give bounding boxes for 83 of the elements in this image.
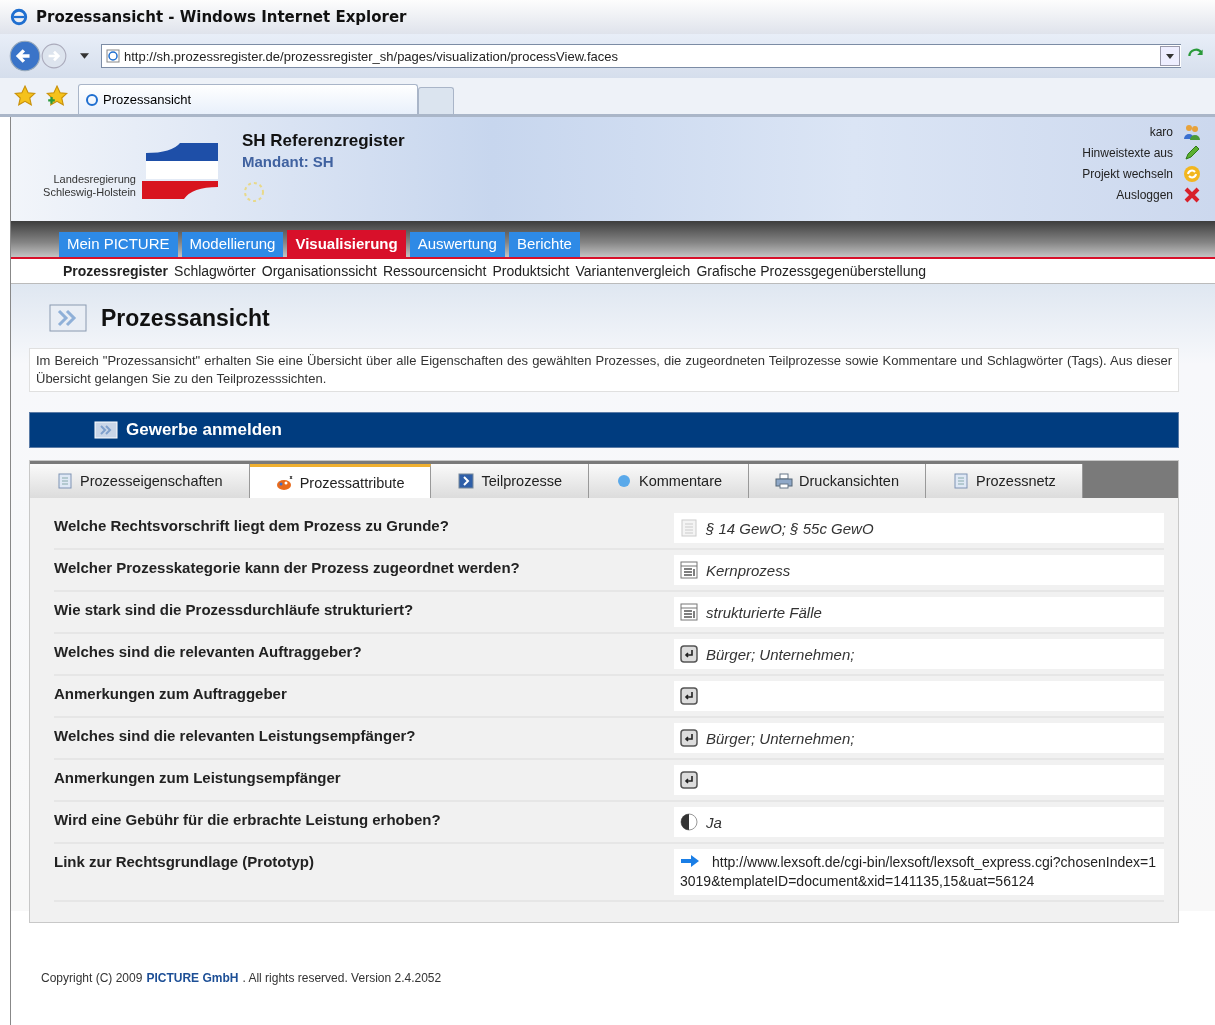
header-link[interactable]: Ausloggen — [1116, 188, 1173, 202]
refresh-icon — [1183, 165, 1201, 183]
half-circle-icon — [680, 813, 698, 831]
page-icon — [85, 92, 99, 107]
tab[interactable]: Prozessnetz — [926, 464, 1083, 498]
header-link[interactable]: Projekt wechseln — [1082, 167, 1173, 181]
organization-name: Landesregierung Schleswig-Holstein — [43, 173, 136, 198]
header-link[interactable]: karo — [1149, 125, 1173, 139]
page-title: Prozessansicht — [101, 304, 270, 332]
dropdown-button[interactable] — [1160, 46, 1180, 66]
attribute-question: Welcher Prozesskategorie kann der Prozess zugeordnet werden? — [54, 558, 520, 576]
attribute-question: Welche Rechtsvorschrift liegt dem Prozess zu Grunde? — [54, 516, 449, 534]
arrow-icon — [680, 854, 700, 868]
attribute-question: Wie stark sind die Prozessdurchläufe strukturiert? — [54, 600, 414, 618]
browser-tab[interactable]: Prozessansicht — [78, 84, 418, 114]
attribute-question: Welches sind die relevanten Auftraggeber? — [54, 642, 362, 660]
menu-tab[interactable]: Berichte — [508, 232, 580, 257]
description-text: Im Bereich "Prozessansicht" erhalten Sie eine Übersicht über alle Eigenschaften des gewählten Prozesses, die zugeordneten Teilprozesse sowie Kommentare und Schlagwörter (Tags). Aus dieser Übersicht gelangen Sie zu den Teilprozesssichten. — [29, 348, 1179, 392]
tab[interactable]: Prozesseigenschaften — [30, 464, 250, 498]
submenu-link[interactable]: Variantenvergleich — [575, 263, 691, 279]
attribute-question: Anmerkungen zum Auftraggeber — [54, 684, 287, 702]
chevrons-icon — [94, 421, 118, 439]
new-tab-button[interactable] — [418, 87, 454, 114]
address-bar[interactable]: http://sh.prozessregister.de/prozessregister_sh/pages/visualization/processView.faces — [101, 44, 1181, 68]
page-icon — [106, 49, 120, 63]
submenu-link[interactable]: Grafische Prozessgegenüberstellung — [696, 263, 926, 279]
process-title: Gewerbe anmelden — [126, 420, 282, 440]
flag-logo-icon — [142, 143, 218, 199]
company-link[interactable]: PICTURE GmbH — [146, 971, 239, 985]
copyright-text: . All rights reserved. Version 2.4.2052 — [242, 971, 442, 985]
pencil-icon — [1183, 144, 1201, 162]
list-icon — [680, 603, 698, 621]
attribute-value: Ja — [674, 807, 1164, 837]
enter-key-icon — [680, 729, 698, 747]
attribute-question: Link zur Rechtsgrundlage (Prototyp) — [54, 852, 314, 870]
favorites-star-icon[interactable] — [14, 85, 36, 107]
enter-key-icon — [680, 645, 698, 663]
loading-icon — [242, 180, 266, 204]
submenu-link[interactable]: Ressourcensicht — [382, 263, 487, 279]
document-icon — [56, 473, 74, 489]
attribute-value: Bürger; Unternehmen; — [674, 723, 1164, 753]
enter-key-icon — [680, 687, 698, 705]
attribute-value: Kernprozess — [674, 555, 1164, 585]
users-icon — [1183, 123, 1201, 141]
mandant-label: Mandant: SH — [242, 153, 335, 170]
chevrons-icon — [49, 304, 87, 332]
dropdown-arrow-icon[interactable] — [80, 53, 89, 59]
register-title: SH Referenzregister — [242, 131, 405, 151]
tab[interactable]: Druckansichten — [749, 464, 926, 498]
copyright-text: Copyright (C) 2009 — [41, 971, 143, 985]
document-icon — [680, 519, 698, 537]
attribute-value: § 14 GewO; § 55c GewO — [674, 513, 1164, 543]
palette-icon — [275, 474, 294, 491]
attribute-value: strukturierte Fälle — [674, 597, 1164, 627]
forward-button[interactable] — [40, 42, 68, 70]
attribute-question: Welches sind die relevanten Leistungsempfänger? — [54, 726, 416, 744]
menu-tab[interactable]: Auswertung — [409, 232, 505, 257]
tab[interactable]: Kommentare — [589, 464, 750, 498]
attribute-question: Wird eine Gebühr für die erbrachte Leistung erhoben? — [54, 810, 441, 828]
menu-tab[interactable]: Modellierung — [181, 232, 284, 257]
close-icon — [1183, 186, 1201, 204]
law-link[interactable]: http://www.lexsoft.de/cgi-bin/lexsoft/lexsoft_express.cgi?chosenIndex=13019&templateID=document&xid=141135,15&uat=56124 — [680, 849, 1158, 895]
add-favorite-icon[interactable] — [46, 85, 68, 107]
attribute-value: Bürger; Unternehmen; — [674, 639, 1164, 669]
menu-tab[interactable]: Mein PICTURE — [59, 232, 178, 257]
list-icon — [680, 561, 698, 579]
browser-logo-icon — [10, 8, 28, 26]
chevron-icon — [457, 473, 476, 489]
tab[interactable]: Prozessattribute — [249, 464, 432, 498]
submenu-link[interactable]: Organisationssicht — [261, 263, 377, 279]
submenu-link[interactable]: Prozessregister — [63, 263, 169, 279]
menu-tab[interactable]: Visualisierung — [287, 230, 406, 257]
window-title: Prozessansicht - Windows Internet Explorer — [36, 8, 407, 26]
caret-icon — [1166, 53, 1174, 59]
header-link[interactable]: Hinweistexte aus — [1082, 146, 1173, 160]
tab[interactable]: Teilprozesse — [431, 464, 590, 498]
back-button[interactable] — [8, 39, 42, 73]
submenu-link[interactable]: Produktsicht — [492, 263, 570, 279]
attribute-question: Anmerkungen zum Leistungsempfänger — [54, 768, 341, 786]
document-icon — [952, 473, 970, 489]
printer-icon — [775, 473, 794, 489]
submenu-link[interactable]: Schlagwörter — [174, 263, 256, 279]
enter-key-icon — [680, 771, 698, 789]
